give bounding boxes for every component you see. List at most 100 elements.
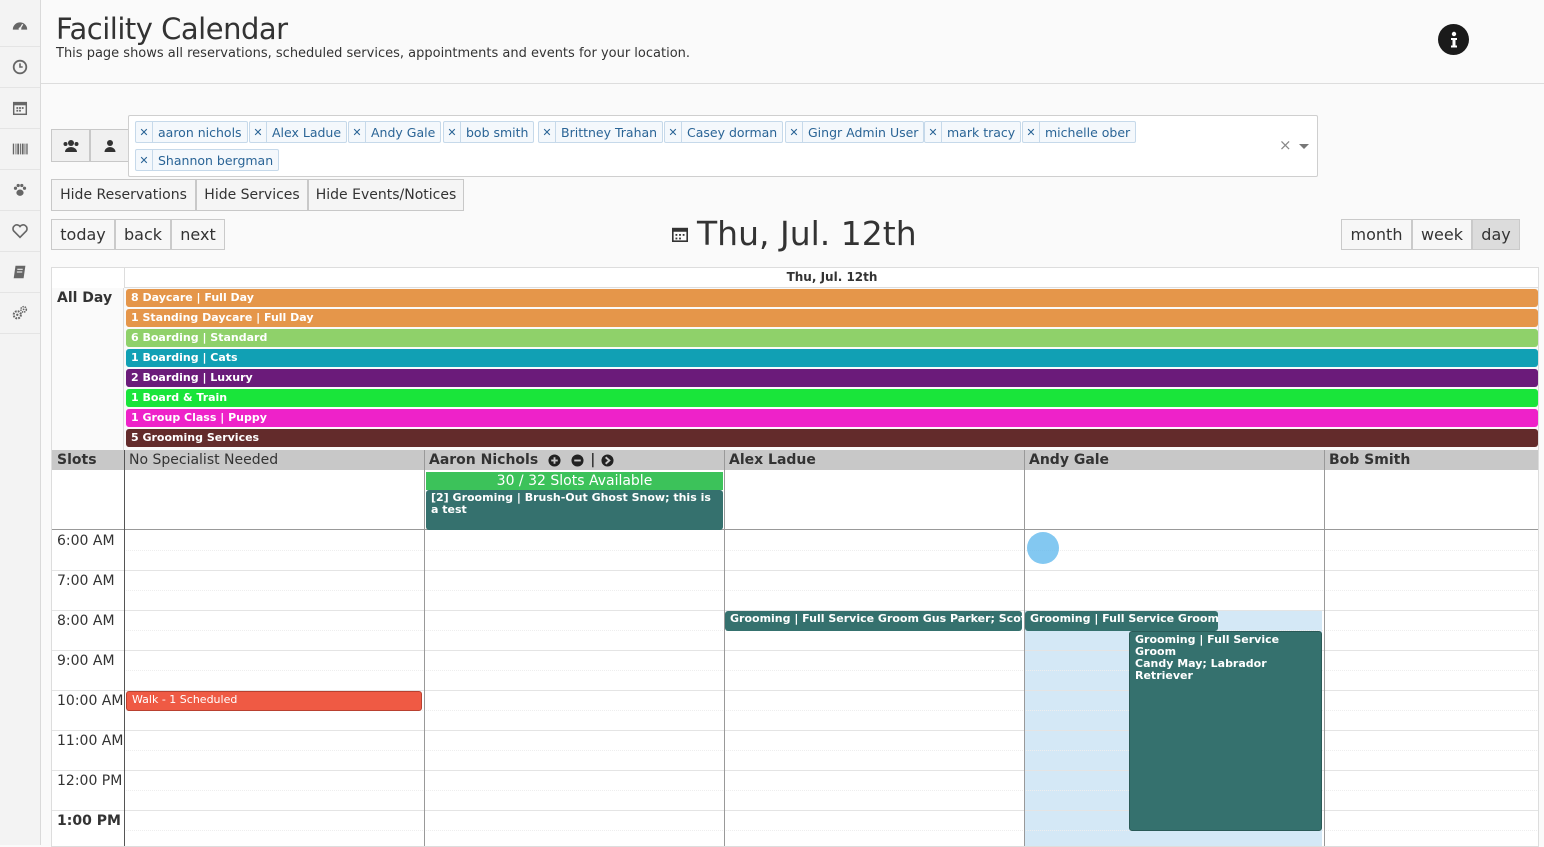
- filter-tag[interactable]: ✕ Gingr Admin User: [785, 121, 925, 143]
- filter-tag[interactable]: ✕ Andy Gale: [348, 121, 442, 143]
- column-divider: [124, 450, 125, 846]
- all-day-event[interactable]: 6 Boarding | Standard: [126, 329, 1538, 347]
- page-subtitle: This page shows all reservations, schedu…: [56, 46, 691, 61]
- filter-tag[interactable]: ✕ michelle ober: [1022, 121, 1137, 143]
- calendar-date-heading: Thu, Jul. 12th: [671, 214, 917, 253]
- event-subtitle: Candy May; Labrador Retriever: [1135, 657, 1267, 682]
- filter-tag[interactable]: ✕ Casey dorman: [664, 121, 784, 143]
- paw-icon[interactable]: [0, 170, 40, 211]
- filter-tag[interactable]: ✕ aaron nichols: [135, 121, 248, 143]
- half-hour-line: [124, 750, 1538, 751]
- user-icon: [104, 139, 115, 152]
- walk-event[interactable]: Walk - 1 Scheduled: [126, 691, 422, 711]
- slots-available-badge: 30 / 32 Slots Available: [426, 472, 723, 490]
- time-label: 1:00 PM: [57, 813, 121, 829]
- andy-gale-column-header: Andy Gale: [1029, 452, 1110, 468]
- filter-tag[interactable]: ✕ Brittney Trahan: [538, 121, 664, 143]
- all-day-events: 8 Daycare | Full Day 1 Standing Daycare |…: [124, 288, 1538, 450]
- calendar-icon[interactable]: [0, 88, 40, 129]
- alex-grooming-event[interactable]: Grooming | Full Service Groom Gus Parker…: [725, 611, 1022, 631]
- main-content: Facility Calendar This page shows all re…: [41, 0, 1544, 847]
- half-hour-line: [124, 790, 1538, 791]
- all-day-event[interactable]: 2 Boarding | Luxury: [126, 369, 1538, 387]
- slot-row: [52, 470, 1538, 530]
- cursor-indicator: [1027, 532, 1059, 564]
- today-button[interactable]: today: [51, 219, 115, 250]
- remove-tag-icon[interactable]: ✕: [665, 122, 682, 142]
- book-icon[interactable]: [0, 252, 40, 293]
- all-day-event[interactable]: 1 Standing Daycare | Full Day: [126, 309, 1538, 327]
- aaron-grooming-event[interactable]: [2] Grooming | Brush-Out Ghost Snow; thi…: [426, 490, 723, 530]
- calendar-icon: [671, 227, 689, 242]
- remove-tag-icon[interactable]: ✕: [444, 122, 461, 142]
- andy-grooming-event-2[interactable]: Grooming | Full Service Groom Candy May;…: [1129, 631, 1322, 831]
- all-day-event[interactable]: 8 Daycare | Full Day: [126, 289, 1538, 307]
- gears-icon[interactable]: [0, 293, 40, 334]
- day-view-button[interactable]: day: [1472, 219, 1520, 250]
- remove-tag-icon[interactable]: ✕: [250, 122, 267, 142]
- week-view-button[interactable]: week: [1412, 219, 1472, 250]
- all-day-event[interactable]: 5 Grooming Services: [126, 429, 1538, 447]
- calendar-grid: Thu, Jul. 12th All Day 8 Daycare | Full …: [51, 267, 1539, 847]
- page-header: Facility Calendar This page shows all re…: [41, 0, 1544, 84]
- all-day-event[interactable]: 1 Group Class | Puppy: [126, 409, 1538, 427]
- remove-tag-icon[interactable]: ✕: [925, 122, 942, 142]
- day-column-header: Thu, Jul. 12th: [124, 268, 1538, 288]
- filter-tag[interactable]: ✕ mark tracy: [924, 121, 1022, 143]
- calendar-date-text: Thu, Jul. 12th: [697, 214, 917, 253]
- group-filter-button[interactable]: [51, 129, 90, 162]
- all-day-label: All Day: [52, 288, 124, 450]
- dropdown-caret-icon[interactable]: [1299, 144, 1309, 149]
- time-label: 10:00 AM: [57, 693, 124, 709]
- andy-grooming-event-1[interactable]: Grooming | Full Service Groom Jimmy Taho…: [1025, 611, 1218, 631]
- dashboard-icon[interactable]: [0, 6, 40, 47]
- remove-tag-icon[interactable]: ✕: [1023, 122, 1040, 142]
- clear-all-icon[interactable]: ×: [1279, 136, 1292, 154]
- hour-row: 6:00 AM: [52, 531, 1538, 571]
- info-icon[interactable]: [1438, 24, 1469, 55]
- column-divider: [1324, 450, 1325, 846]
- resource-header-row: Slots No Specialist Needed Aaron Nichols…: [52, 450, 1538, 470]
- column-divider: [424, 450, 425, 846]
- minus-circle-icon[interactable]: [571, 453, 584, 467]
- plus-circle-icon[interactable]: [548, 453, 561, 467]
- column-divider: [1024, 450, 1025, 846]
- filter-tag[interactable]: ✕ bob smith: [443, 121, 535, 143]
- specialist-filter-select[interactable]: ✕ aaron nichols ✕ Alex Ladue ✕ Andy Gale ✕ b…: [128, 115, 1318, 177]
- heart-icon[interactable]: [0, 211, 40, 252]
- clock-icon[interactable]: [0, 47, 40, 88]
- user-filter-button[interactable]: [90, 129, 129, 162]
- no-specialist-column-header: No Specialist Needed: [129, 452, 279, 468]
- time-label: 9:00 AM: [57, 653, 115, 669]
- filter-tag[interactable]: ✕ Alex Ladue: [249, 121, 348, 143]
- hide-reservations-button[interactable]: Hide Reservations: [51, 179, 196, 211]
- next-button[interactable]: next: [171, 219, 225, 250]
- remove-tag-icon[interactable]: ✕: [539, 122, 556, 142]
- half-hour-line: [124, 590, 1538, 591]
- hide-events-button[interactable]: Hide Events/Notices: [308, 179, 464, 211]
- hide-services-button[interactable]: Hide Services: [196, 179, 308, 211]
- column-divider: [724, 450, 725, 846]
- separator: |: [590, 452, 596, 468]
- remove-tag-icon[interactable]: ✕: [136, 122, 153, 142]
- time-label: 12:00 PM: [57, 773, 123, 789]
- page-title: Facility Calendar: [56, 12, 288, 46]
- alex-ladue-column-header: Alex Ladue: [729, 452, 816, 468]
- time-label: 8:00 AM: [57, 613, 115, 629]
- sidebar: [0, 0, 41, 845]
- back-button[interactable]: back: [115, 219, 171, 250]
- month-view-button[interactable]: month: [1341, 219, 1412, 250]
- remove-tag-icon[interactable]: ✕: [349, 122, 366, 142]
- arrow-right-circle-icon[interactable]: [601, 453, 614, 467]
- half-hour-line: [124, 830, 1538, 831]
- barcode-icon[interactable]: [0, 129, 40, 170]
- remove-tag-icon[interactable]: ✕: [786, 122, 803, 142]
- hour-row: 7:00 AM: [52, 571, 1538, 611]
- filter-tag[interactable]: ✕ Shannon bergman: [135, 149, 280, 171]
- all-day-event[interactable]: 1 Board & Train: [126, 389, 1538, 407]
- bob-smith-column-header: Bob Smith: [1329, 452, 1411, 468]
- aaron-nichols-column-header: Aaron Nichols |: [424, 450, 724, 470]
- all-day-event[interactable]: 1 Boarding | Cats: [126, 349, 1538, 367]
- remove-tag-icon[interactable]: ✕: [136, 150, 153, 170]
- aaron-nichols-label: Aaron Nichols: [429, 452, 539, 468]
